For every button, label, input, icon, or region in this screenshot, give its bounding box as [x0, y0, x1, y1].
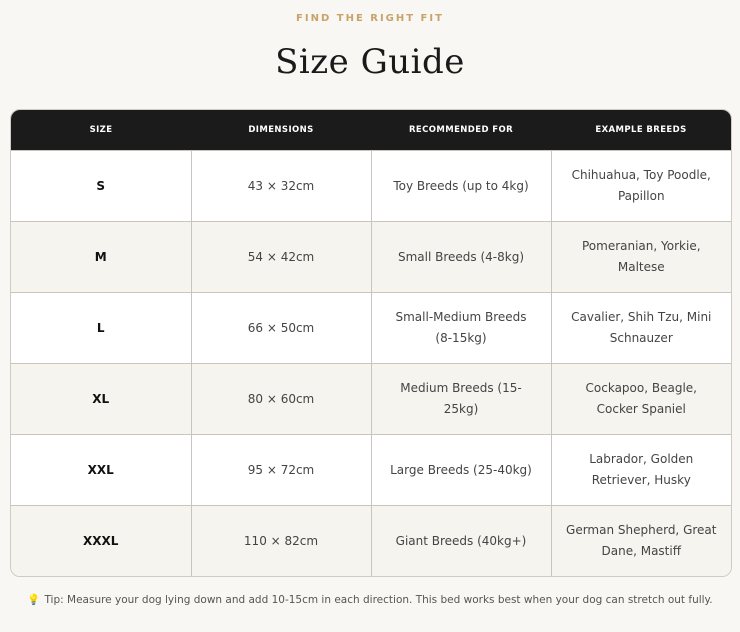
recommended-cell: Giant Breeds (40kg+)	[370, 505, 551, 576]
dimensions-cell: 95 × 72cm	[190, 434, 371, 506]
size-guide-table-container: SIZE DIMENSIONS RECOMMENDED FOR EXAMPLE …	[10, 109, 732, 577]
size-cell: XL	[11, 363, 191, 435]
dimensions-cell: 110 × 82cm	[190, 505, 371, 576]
size-cell: S	[11, 150, 191, 222]
recommended-cell: Medium Breeds (15-25kg)	[370, 363, 551, 435]
table-row: M 54 × 42cm Small Breeds (4-8kg) Pomeran…	[11, 221, 731, 293]
size-cell: L	[11, 292, 191, 364]
size-cell: M	[11, 221, 191, 293]
table-row: XL 80 × 60cm Medium Breeds (15-25kg) Coc…	[11, 363, 731, 435]
eyebrow-label: FIND THE RIGHT FIT	[296, 13, 444, 24]
table-row: S 43 × 32cm Toy Breeds (up to 4kg) Chihu…	[11, 150, 731, 222]
breeds-cell: Cavalier, Shih Tzu, Mini Schnauzer	[550, 292, 731, 364]
lightbulb-icon: 💡	[27, 594, 41, 606]
column-header-breeds: EXAMPLE BREEDS	[551, 110, 731, 151]
breeds-cell: Cockapoo, Beagle, Cocker Spaniel	[550, 363, 731, 435]
recommended-cell: Small-Medium Breeds (8-15kg)	[370, 292, 551, 364]
column-header-recommended: RECOMMENDED FOR	[371, 110, 551, 151]
size-cell: XXL	[11, 434, 191, 506]
breeds-cell: Chihuahua, Toy Poodle, Papillon	[550, 150, 731, 222]
size-cell: XXXL	[11, 505, 191, 576]
table-row: XXXL 110 × 82cm Giant Breeds (40kg+) Ger…	[11, 505, 731, 576]
dimensions-cell: 66 × 50cm	[190, 292, 371, 364]
table-row: L 66 × 50cm Small-Medium Breeds (8-15kg)…	[11, 292, 731, 364]
page-title: Size Guide	[275, 42, 465, 82]
size-guide-table: SIZE DIMENSIONS RECOMMENDED FOR EXAMPLE …	[11, 110, 731, 576]
column-header-dimensions: DIMENSIONS	[191, 110, 371, 151]
dimensions-cell: 43 × 32cm	[190, 150, 371, 222]
tip-note: 💡 Tip: Measure your dog lying down and ad…	[0, 593, 740, 606]
recommended-cell: Small Breeds (4-8kg)	[370, 221, 551, 293]
dimensions-cell: 80 × 60cm	[190, 363, 371, 435]
tip-text: Tip: Measure your dog lying down and add…	[44, 594, 713, 606]
table-row: XXL 95 × 72cm Large Breeds (25-40kg) Lab…	[11, 434, 731, 506]
dimensions-cell: 54 × 42cm	[190, 221, 371, 293]
breeds-cell: German Shepherd, Great Dane, Mastiff	[550, 505, 731, 576]
table-header-row: SIZE DIMENSIONS RECOMMENDED FOR EXAMPLE …	[11, 110, 731, 151]
breeds-cell: Labrador, Golden Retriever, Husky	[550, 434, 731, 506]
recommended-cell: Large Breeds (25-40kg)	[370, 434, 551, 506]
recommended-cell: Toy Breeds (up to 4kg)	[370, 150, 551, 222]
breeds-cell: Pomeranian, Yorkie, Maltese	[550, 221, 731, 293]
column-header-size: SIZE	[11, 110, 191, 151]
